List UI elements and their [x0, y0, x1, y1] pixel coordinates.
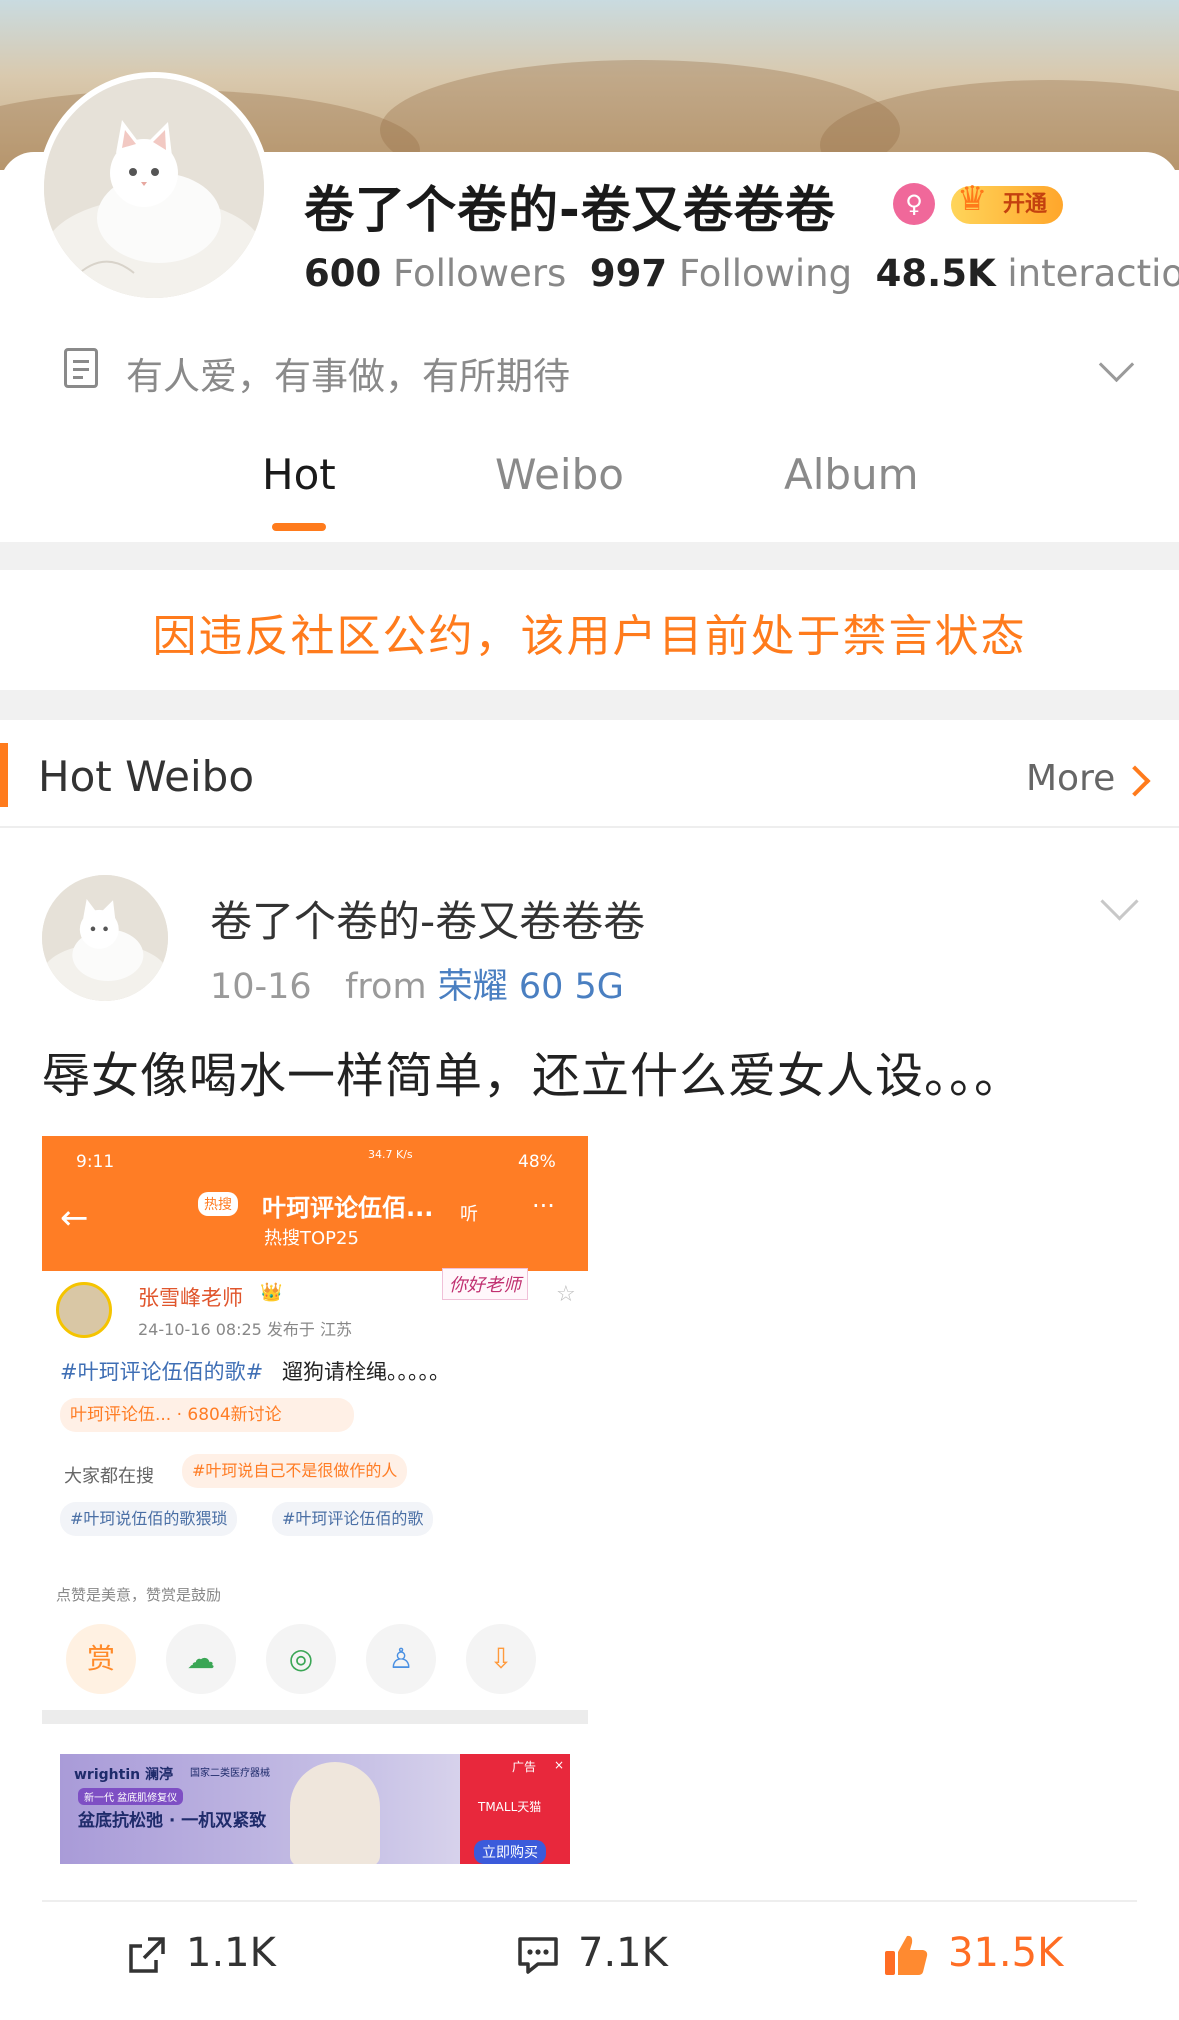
tab-album[interactable]: Album — [784, 450, 919, 499]
save-image-icon: ⇩ — [466, 1624, 536, 1694]
embedded-search-tag: #叶珂评论伍佰的歌 — [272, 1502, 434, 1536]
ad-label: 广告 — [512, 1760, 537, 1774]
cat-avatar-image — [42, 875, 168, 1001]
embedded-search-tag: #叶珂说伍佰的歌猥琐 — [60, 1502, 238, 1536]
profile-username: 卷了个卷的-卷又卷卷卷 — [304, 181, 836, 239]
interaction-label: interaction — [1007, 252, 1179, 295]
ad-close-icon: × — [554, 1758, 565, 1772]
ad-model-image — [290, 1762, 380, 1864]
more-link[interactable]: More — [1026, 758, 1115, 799]
embedded-subtitle: 热搜TOP25 — [264, 1228, 359, 1249]
embedded-vip-icon: 👑 — [260, 1282, 283, 1303]
active-tab-indicator — [272, 523, 326, 531]
embedded-search-tag: #叶珂说自己不是很做作的人 — [182, 1454, 408, 1488]
more-dots-icon: ··· — [532, 1192, 555, 1220]
profile-stats: 600 Followers 997 Following 48.5K intera… — [304, 252, 1179, 295]
post-author-avatar[interactable] — [42, 875, 168, 1001]
female-gender-icon: ♀ — [893, 183, 935, 225]
thumbs-up-icon — [885, 1935, 928, 1975]
action-bar-divider — [42, 1900, 1137, 1902]
profile-avatar[interactable] — [38, 72, 270, 304]
vip-open-badge[interactable]: ♛ 开通 — [951, 180, 1063, 224]
embedded-reward-hint: 点赞是美意，赞赏是鼓励 — [56, 1586, 222, 1604]
hot-weibo-title: Hot Weibo — [38, 752, 255, 801]
embedded-search-label: 大家都在搜 — [64, 1466, 154, 1487]
following-label: Following — [678, 252, 853, 295]
reward-button: 赏 — [66, 1624, 136, 1694]
followers-count: 600 — [304, 252, 382, 295]
wechat-icon: ☁ — [166, 1624, 236, 1694]
cat-avatar-image — [44, 78, 264, 298]
embedded-body-tag: #叶珂评论伍佰的歌# — [60, 1360, 264, 1384]
divider — [0, 826, 1179, 828]
ad-tagline: 新一代 盆底肌修复仪 — [78, 1788, 184, 1805]
post-date: 10-16 — [210, 967, 312, 1007]
like-count: 31.5K — [948, 1930, 1064, 1976]
interaction-count: 48.5K — [875, 252, 996, 295]
section-gap — [0, 690, 1179, 720]
qq-icon: ♙ — [366, 1624, 436, 1694]
embedded-battery: 48% — [518, 1152, 556, 1172]
post-from-label: from — [345, 967, 427, 1007]
post-source-device[interactable]: 荣耀 60 5G — [438, 967, 624, 1007]
muted-account-notice: 因违反社区公约，该用户目前处于禁言状态 — [152, 611, 1027, 662]
embedded-body-text: 遛狗请栓绳。。。。。 — [282, 1360, 450, 1384]
embedded-author-name: 张雪峰老师 — [138, 1286, 243, 1310]
post-meta: 10-16 from 荣耀 60 5G — [210, 958, 624, 1009]
post-menu-chevron-icon[interactable] — [1100, 882, 1139, 921]
embedded-time: 9:11 — [76, 1152, 115, 1172]
repost-button[interactable]: 1.1K — [126, 1930, 276, 1976]
ad-store: TMALL天猫 — [478, 1800, 542, 1814]
post-text: 辱女像喝水一样简单，还立什么爱女人设。。。 — [42, 1048, 1024, 1104]
embedded-meta: 24-10-16 08:25 发布于 江苏 — [138, 1320, 352, 1339]
ad-brand: wrightin 澜渟 — [74, 1767, 173, 1783]
tab-hot[interactable]: Hot — [262, 450, 336, 499]
following-count: 997 — [589, 252, 668, 295]
star-icon: ☆ — [556, 1282, 576, 1307]
embedded-network-speed: 34.7 K/s — [368, 1148, 413, 1161]
section-accent-bar — [0, 743, 8, 807]
profile-bio: 有人爱，有事做，有所期待 — [126, 355, 570, 398]
embedded-hot-tag: 热搜 — [198, 1192, 238, 1216]
ad-cta: 立即购买 — [474, 1840, 546, 1864]
repost-icon — [129, 1937, 165, 1973]
ad-brand-note: 国家二类医疗器械 — [190, 1768, 270, 1779]
ad-headline: 盆底抗松弛 · 一机双紧致 — [78, 1811, 267, 1831]
post-image[interactable]: 9:11 34.7 K/s 48% ← 热搜 叶珂评论伍佰... 热搜TOP25… — [42, 1136, 588, 1880]
document-icon — [64, 348, 98, 388]
section-gap — [0, 542, 1179, 570]
vip-badge-label: 开通 — [1002, 192, 1047, 217]
followers-stat[interactable]: 600 Followers — [304, 252, 566, 295]
interaction-stat: 48.5K interaction — [876, 252, 1179, 295]
embedded-author-avatar — [56, 1282, 112, 1338]
embedded-listen-icon: 听 — [460, 1204, 478, 1225]
embedded-sticker: 你好老师 — [442, 1268, 528, 1300]
followers-label: Followers — [393, 252, 567, 295]
chevron-right-icon[interactable] — [1119, 765, 1151, 797]
reward-label: 赏 — [86, 1642, 115, 1675]
post-author-name[interactable]: 卷了个卷的-卷又卷卷卷 — [210, 888, 645, 949]
embedded-hot-pill: 叶珂评论伍... · 6804新讨论 — [60, 1398, 354, 1432]
moments-icon: ◎ — [266, 1624, 336, 1694]
back-arrow-icon: ← — [60, 1198, 89, 1238]
embedded-divider — [42, 1710, 588, 1724]
like-button[interactable]: 31.5K — [882, 1930, 1063, 1978]
comment-icon — [518, 1937, 558, 1974]
following-stat[interactable]: 997 Following — [590, 252, 852, 295]
repost-count: 1.1K — [186, 1930, 276, 1976]
embedded-title: 叶珂评论伍佰... — [262, 1194, 434, 1222]
crown-icon: ♛ — [957, 179, 988, 219]
embedded-ad-banner: wrightin 澜渟 国家二类医疗器械 新一代 盆底肌修复仪 盆底抗松弛 · … — [60, 1754, 570, 1864]
comment-button[interactable]: 7.1K — [516, 1930, 668, 1976]
comment-count: 7.1K — [578, 1930, 668, 1976]
tab-weibo[interactable]: Weibo — [495, 450, 624, 499]
